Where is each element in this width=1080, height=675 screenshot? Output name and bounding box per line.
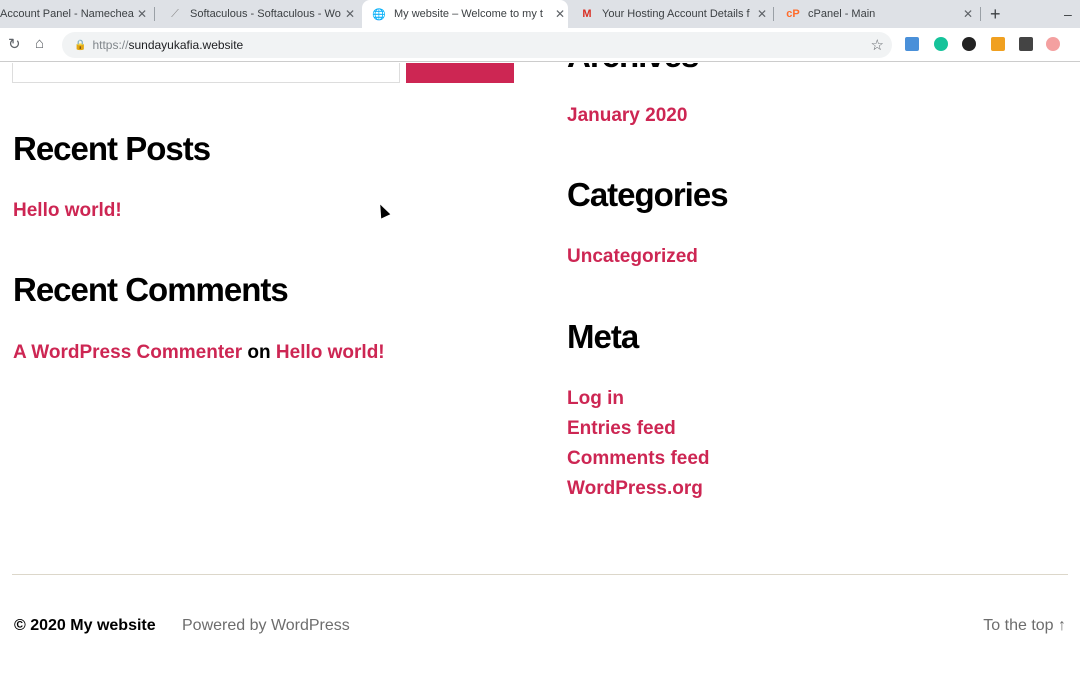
meta-login-link[interactable]: Log in (567, 388, 624, 410)
powered-by-link[interactable]: Powered by WordPress (182, 617, 350, 635)
tab-separator (154, 7, 155, 21)
recent-posts-heading: Recent Posts (13, 130, 211, 167)
meta-heading: Meta (567, 318, 639, 355)
address-bar[interactable]: 🔒 https://sundayukafia.website ☆ (62, 32, 892, 58)
gmail-icon: M (582, 8, 592, 20)
tab-softaculous[interactable]: ⟋ Softaculous - Softaculous - Wo ✕ (158, 0, 358, 28)
toolbar: ↻ ⌂ 🔒 https://sundayukafia.website ☆ (0, 28, 1080, 62)
tab-cpanel[interactable]: cP cPanel - Main ✕ (776, 0, 976, 28)
extension-icon[interactable] (905, 37, 919, 51)
close-icon[interactable]: ✕ (342, 7, 358, 21)
tab-separator (773, 7, 774, 21)
search-input[interactable] (12, 63, 400, 83)
close-icon[interactable]: ✕ (754, 7, 770, 21)
globe-icon: 🌐 (372, 8, 386, 21)
extension-icon[interactable] (962, 37, 976, 51)
tab-bar: Account Panel - Namecheap ✕ ⟋ Softaculous … (0, 0, 1080, 28)
softaculous-icon: ⟋ (171, 7, 179, 20)
tab-my-website[interactable]: 🌐 My website – Welcome to my t ✕ (362, 0, 568, 28)
recent-comment: A WordPress Commenter on Hello world! (13, 342, 385, 363)
tab-gmail[interactable]: M Your Hosting Account Details f ✕ (570, 0, 770, 28)
tab-namecheap[interactable]: Account Panel - Namecheap ✕ (0, 0, 150, 28)
archives-heading: Archives (567, 63, 699, 75)
archive-link[interactable]: January 2020 (567, 105, 687, 127)
meta-comments-feed-link[interactable]: Comments feed (567, 448, 710, 470)
comment-post-link[interactable]: Hello world! (276, 342, 385, 363)
recent-comments-heading: Recent Comments (13, 271, 289, 308)
search-button[interactable] (406, 63, 514, 83)
extension-icon[interactable] (991, 37, 1005, 51)
lock-icon: 🔒 (74, 39, 87, 51)
page-content: Recent Posts Hello world! Recent Comment… (0, 63, 1080, 675)
category-link[interactable]: Uncategorized (567, 246, 698, 268)
to-the-top-link[interactable]: To the top ↑ (983, 617, 1066, 635)
tab-separator (980, 7, 981, 21)
post-link[interactable]: Hello world! (13, 200, 122, 222)
cpanel-icon: cP (786, 8, 800, 20)
grammarly-icon[interactable] (934, 37, 948, 51)
new-tab-button[interactable]: + (990, 0, 1010, 28)
meta-entries-feed-link[interactable]: Entries feed (567, 418, 676, 440)
reload-icon[interactable]: ↻ (8, 35, 21, 53)
extension-icon[interactable] (1019, 37, 1033, 51)
categories-heading: Categories (567, 176, 729, 213)
comment-author-link[interactable]: A WordPress Commenter (13, 342, 242, 363)
close-icon[interactable]: ✕ (552, 7, 568, 21)
close-icon[interactable]: ✕ (134, 7, 150, 21)
site-link[interactable]: © 2020 My website (14, 617, 156, 635)
extension-icon[interactable] (1046, 37, 1060, 51)
home-icon[interactable]: ⌂ (35, 35, 44, 52)
close-icon[interactable]: ✕ (960, 7, 976, 21)
star-icon[interactable]: ☆ (871, 36, 884, 54)
minimize-button[interactable]: – (1064, 0, 1080, 28)
meta-wordpress-link[interactable]: WordPress.org (567, 478, 703, 500)
footer-divider (12, 574, 1068, 575)
